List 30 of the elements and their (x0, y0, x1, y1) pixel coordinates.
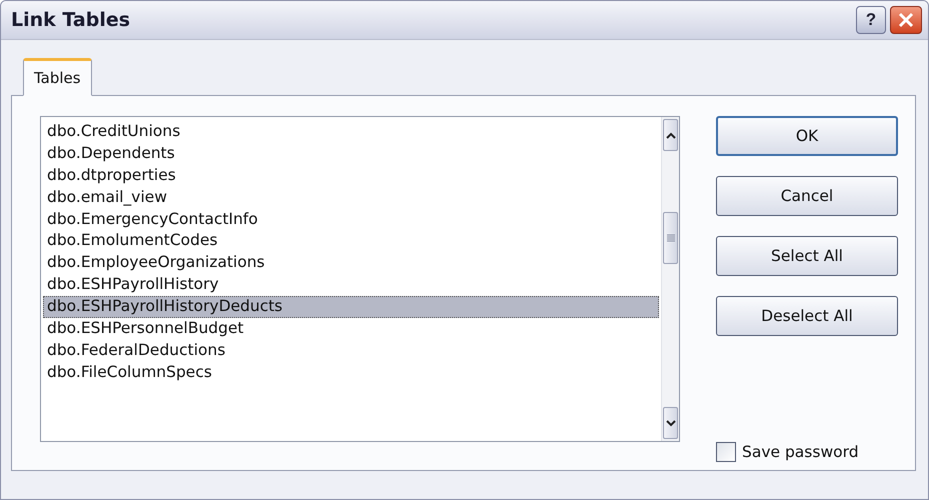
checkbox-label: Save password (742, 443, 859, 461)
grip-icon (666, 234, 674, 242)
tab[interactable]: Tables (23, 58, 92, 96)
window-title: Link Tables (11, 9, 130, 31)
caret-up-icon (666, 132, 676, 138)
list-item[interactable]: dbo.FileColumnSpecs (43, 362, 659, 384)
close-icon (898, 12, 914, 28)
list-item[interactable]: dbo.dtproperties (43, 164, 659, 187)
list-item[interactable]: dbo.ESHPersonnelBudget (43, 318, 659, 340)
list-item[interactable]: dbo.Dependents (43, 142, 659, 165)
dialog-button[interactable]: OK (716, 116, 898, 156)
list-item[interactable]: dbo.EmergencyContactInfo (43, 208, 659, 230)
list-item[interactable]: dbo.CreditUnions (43, 121, 659, 143)
scrollbar[interactable] (661, 117, 679, 441)
list-item[interactable]: dbo.ESHPayrollHistoryDeducts (43, 296, 659, 318)
close-button[interactable] (890, 6, 922, 34)
dialog-button[interactable]: Deselect All (716, 296, 898, 336)
caret-down-icon (666, 420, 676, 426)
scroll-up-button[interactable] (663, 119, 678, 151)
list-item[interactable]: dbo.FederalDeductions (43, 340, 659, 362)
list-item[interactable]: dbo.email_view (43, 186, 659, 209)
dialog-button[interactable]: Select All (716, 236, 898, 276)
scroll-down-button[interactable] (663, 407, 678, 439)
scroll-thumb[interactable] (663, 212, 678, 264)
list-item[interactable]: dbo.EmolumentCodes (43, 230, 659, 252)
list-item[interactable]: dbo.ESHPayrollHistory (43, 274, 659, 296)
dialog-button[interactable]: Cancel (716, 176, 898, 216)
list-item[interactable]: dbo.EmployeeOrganizations (43, 252, 659, 274)
checkbox[interactable] (716, 442, 736, 462)
help-button[interactable]: ? (856, 6, 886, 34)
